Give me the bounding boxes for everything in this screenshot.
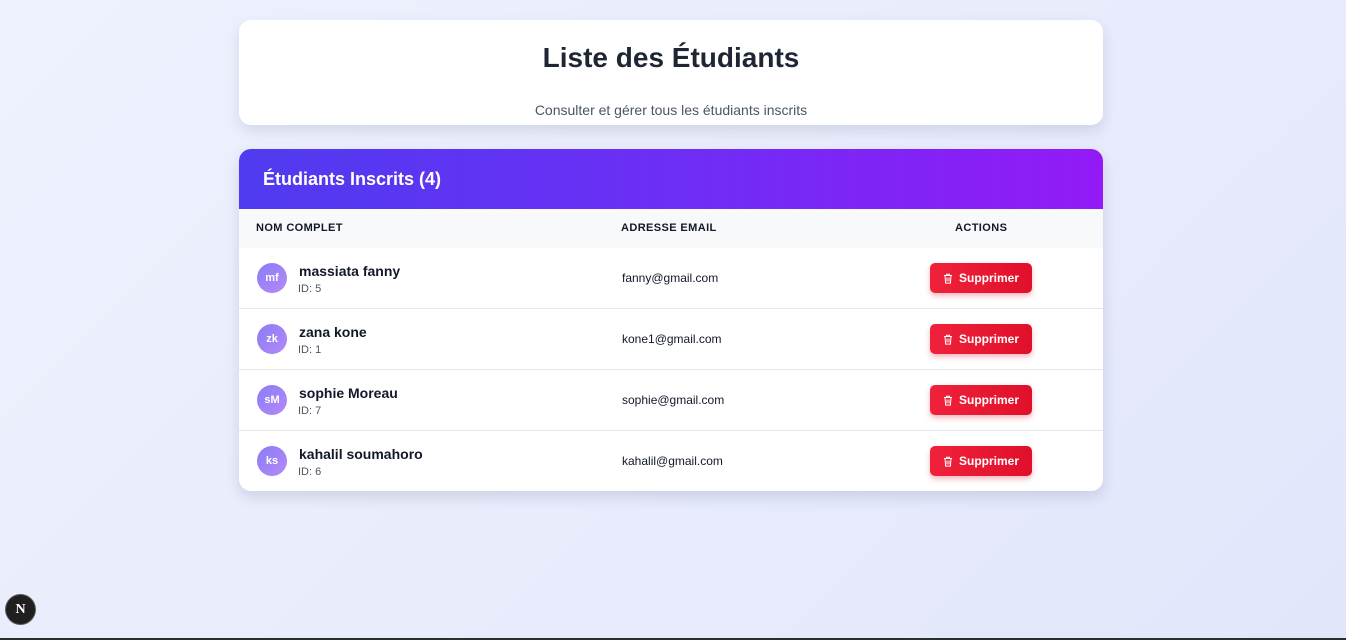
column-header-name: NOM COMPLET bbox=[256, 222, 343, 234]
student-id: ID: 1 bbox=[298, 344, 322, 356]
delete-button-label: Supprimer bbox=[958, 393, 1019, 407]
page-title: Liste des Étudiants bbox=[542, 42, 800, 73]
student-email: kahalil@gmail.com bbox=[622, 454, 723, 468]
student-id: ID: 6 bbox=[298, 466, 322, 478]
student-id: ID: 7 bbox=[298, 405, 322, 417]
delete-button[interactable]: Supprimer bbox=[930, 446, 1032, 476]
student-email: sophie@gmail.com bbox=[622, 393, 725, 407]
avatar: ks bbox=[257, 446, 287, 476]
trash-icon bbox=[943, 334, 952, 345]
student-email: fanny@gmail.com bbox=[622, 271, 719, 285]
table-title: Étudiants Inscrits (4) bbox=[263, 168, 442, 189]
delete-button-label: Supprimer bbox=[958, 271, 1019, 285]
student-name: massiata fanny bbox=[299, 263, 401, 279]
avatar: sM bbox=[257, 385, 287, 415]
table-row: zk zana kone ID: 1 kone1@gmail.com Suppr… bbox=[239, 308, 1103, 369]
table-body: mf massiata fanny ID: 5 fanny@gmail.com … bbox=[239, 248, 1103, 491]
page-subtitle: Consulter et gérer tous les étudiants in… bbox=[534, 102, 808, 118]
student-name: zana kone bbox=[299, 324, 367, 340]
student-email: kone1@gmail.com bbox=[622, 332, 722, 346]
trash-icon bbox=[943, 273, 952, 284]
students-table-card: Étudiants Inscrits (4) NOM COMPLET ADRES… bbox=[239, 149, 1103, 491]
student-id: ID: 5 bbox=[298, 283, 322, 295]
student-name: sophie Moreau bbox=[299, 385, 398, 401]
column-header-email: ADRESSE EMAIL bbox=[621, 222, 717, 234]
nextjs-dev-badge[interactable]: N bbox=[6, 595, 35, 624]
column-header-actions: ACTIONS bbox=[955, 222, 1008, 234]
delete-button[interactable]: Supprimer bbox=[930, 263, 1032, 293]
nextjs-icon: N bbox=[15, 601, 26, 617]
page-header-card: Liste des Étudiants Consulter et gérer t… bbox=[239, 20, 1103, 125]
trash-icon bbox=[943, 456, 952, 467]
table-row: mf massiata fanny ID: 5 fanny@gmail.com … bbox=[239, 248, 1103, 308]
table-column-headers: NOM COMPLET ADRESSE EMAIL ACTIONS bbox=[239, 209, 1103, 248]
delete-button-label: Supprimer bbox=[958, 454, 1019, 468]
avatar: mf bbox=[257, 263, 287, 293]
trash-icon bbox=[943, 395, 952, 406]
student-name: kahalil soumahoro bbox=[299, 446, 423, 462]
table-row: sM sophie Moreau ID: 7 sophie@gmail.com … bbox=[239, 369, 1103, 430]
delete-button-label: Supprimer bbox=[958, 332, 1019, 346]
table-title-bar: Étudiants Inscrits (4) bbox=[239, 149, 1103, 209]
avatar: zk bbox=[257, 324, 287, 354]
table-row: ks kahalil soumahoro ID: 6 kahalil@gmail… bbox=[239, 430, 1103, 491]
delete-button[interactable]: Supprimer bbox=[930, 385, 1032, 415]
delete-button[interactable]: Supprimer bbox=[930, 324, 1032, 354]
